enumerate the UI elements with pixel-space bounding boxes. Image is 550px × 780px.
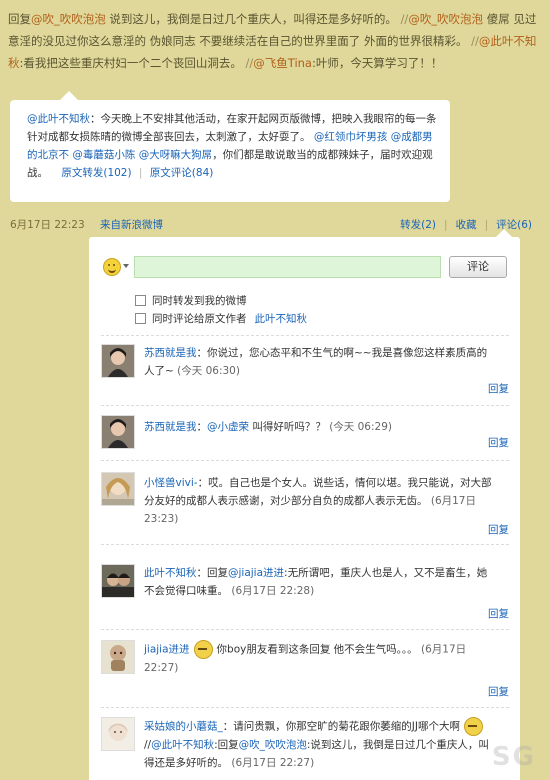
comment-item: 采姑娘的小蘑菇_：请问贵飘，你那空旷的菊花跟你萎缩的JJ哪个大啊 //@此叶不知… bbox=[101, 717, 511, 777]
quoted-author-link[interactable]: @此叶不知秋 bbox=[27, 113, 90, 125]
comment-item: 小怪兽vivi-：哎。自己也是个女人。说些话，情何以堪。我只能说，对大部分友好的… bbox=[101, 472, 511, 536]
quote-arrow bbox=[60, 91, 78, 100]
comment-body: 采姑娘的小蘑菇_：请问贵飘，你那空旷的菊花跟你萎缩的JJ哪个大啊 //@此叶不知… bbox=[144, 717, 494, 772]
repost-segment: :叶师，今天算学习了！！ bbox=[311, 56, 443, 70]
watermark: SG bbox=[491, 742, 536, 772]
forward-link[interactable]: 转发(2) bbox=[400, 219, 436, 231]
post-meta: 6月17日 22:23 来自新浪微博 bbox=[10, 217, 163, 232]
comment-body: 小怪兽vivi-：哎。自己也是个女人。说些话，情何以堪。我只能说，对大部分友好的… bbox=[144, 477, 492, 525]
original-repost-link[interactable]: 原文转发(102) bbox=[61, 167, 131, 179]
mention-link[interactable]: @jiajia进进 bbox=[228, 567, 284, 579]
reply-prefix: 回复 bbox=[207, 567, 228, 579]
comment-body: 此叶不知秋：回复@jiajia进进:无所谓吧，重庆人也是人，又不是畜生，她不会觉… bbox=[144, 567, 488, 597]
mention-link[interactable]: @红领巾坏男孩 bbox=[314, 131, 388, 143]
comment-author[interactable]: 苏西就是我 bbox=[144, 347, 197, 359]
comment-text: 你boy朋友看到这条回复 他不会生气吗。。。 bbox=[216, 643, 418, 656]
quoted-post-text: @此叶不知秋：今天晚上不安排其他活动，在家开起网页版微博，把映入我眼帘的每一条针… bbox=[27, 110, 437, 182]
comment-item: 苏西就是我：@小虚荣 叫得好听吗？？ (今天 06:29) 回复 bbox=[101, 415, 511, 455]
divider: | bbox=[484, 219, 489, 231]
divider bbox=[101, 544, 509, 545]
panel-arrow bbox=[496, 229, 512, 237]
divider bbox=[101, 707, 509, 708]
mention-link[interactable]: @此叶不知秋 bbox=[151, 739, 214, 751]
mention-link[interactable]: @吹_吹吹泡泡 bbox=[31, 12, 106, 26]
reply-link[interactable]: 回复 bbox=[488, 684, 509, 699]
comment-time: (6月17日 22:28) bbox=[231, 585, 315, 597]
original-comment-link[interactable]: 原文评论(84) bbox=[150, 167, 214, 179]
emoticon-picker-icon[interactable] bbox=[103, 258, 121, 276]
divider bbox=[101, 405, 509, 406]
comment-body: jiajia进进 你boy朋友看到这条回复 他不会生气吗。。。 (6月17日 22… bbox=[144, 640, 494, 677]
mention-link[interactable]: @飞鱼Tina bbox=[253, 56, 312, 70]
divider: | bbox=[138, 167, 143, 179]
checkbox[interactable] bbox=[135, 313, 146, 324]
favorite-link[interactable]: 收藏 bbox=[456, 219, 477, 231]
avatar[interactable] bbox=[101, 564, 135, 598]
emoticon-icon bbox=[463, 717, 483, 736]
avatar[interactable] bbox=[101, 640, 135, 674]
avatar[interactable] bbox=[101, 472, 135, 506]
checkbox[interactable] bbox=[135, 295, 146, 306]
divider bbox=[101, 335, 509, 336]
comment-text: 叫得好听吗？？ bbox=[252, 421, 326, 433]
comment-author[interactable]: 采姑娘的小蘑菇_ bbox=[144, 721, 223, 733]
reply-link[interactable]: 回复 bbox=[488, 606, 509, 621]
option-comment-author[interactable]: 同时评论给原文作者 此叶不知秋 bbox=[135, 311, 307, 326]
option-forward-label: 同时转发到我的微博 bbox=[152, 295, 247, 307]
reply-link[interactable]: 回复 bbox=[488, 381, 509, 396]
repost-segment: 说到这儿，我倒是日过几个重庆人，叫得还是多好听的。 bbox=[105, 12, 401, 26]
avatar[interactable] bbox=[101, 717, 135, 751]
repost-segment: 回复 bbox=[8, 12, 31, 26]
divider bbox=[101, 460, 509, 461]
post-source[interactable]: 来自新浪微博 bbox=[100, 219, 163, 231]
avatar[interactable] bbox=[101, 344, 135, 378]
avatar[interactable] bbox=[101, 415, 135, 449]
comment-body: 苏西就是我：你说过，您心态平和不生气的啊~~我是喜像您这样素质高的人了~ (今天… bbox=[144, 347, 488, 377]
comment-author[interactable]: jiajia进进 bbox=[144, 644, 190, 656]
comment-panel: 评论 同时转发到我的微博 同时评论给原文作者 此叶不知秋 苏西就是我：你说过，您… bbox=[89, 229, 520, 780]
mention-link[interactable]: @大呀嘛大狗屌 bbox=[139, 149, 213, 161]
chevron-down-icon[interactable] bbox=[123, 264, 129, 268]
mention-link[interactable]: @吹_吹吹泡泡 bbox=[408, 12, 483, 26]
comment-time: (今天 06:30) bbox=[177, 365, 240, 377]
mention-link[interactable]: @毒蘑菇小陈 bbox=[72, 149, 135, 161]
repost-segment: :看我把这些重庆村妇一个二个丧回山洞去。 bbox=[19, 56, 246, 70]
comment-time: (今天 06:29) bbox=[329, 421, 392, 433]
comment-input[interactable] bbox=[134, 256, 441, 278]
quoted-post: @此叶不知秋：今天晚上不安排其他活动，在家开起网页版微博，把映入我眼帘的每一条针… bbox=[10, 91, 450, 202]
option-comment-label: 同时评论给原文作者 bbox=[152, 313, 247, 325]
mention-link[interactable]: @吹_吹吹泡泡 bbox=[239, 739, 307, 751]
comment-author[interactable]: 此叶不知秋 bbox=[144, 567, 197, 579]
comment-item: 苏西就是我：你说过，您心态平和不生气的啊~~我是喜像您这样素质高的人了~ (今天… bbox=[101, 344, 511, 395]
submit-comment-button[interactable]: 评论 bbox=[449, 256, 507, 278]
option-forward[interactable]: 同时转发到我的微博 bbox=[135, 293, 247, 308]
post-date[interactable]: 6月17日 22:23 bbox=[10, 219, 85, 231]
comment-body: 苏西就是我：@小虚荣 叫得好听吗？？ (今天 06:29) bbox=[144, 421, 392, 433]
emoticon-icon bbox=[193, 640, 213, 659]
reply-link[interactable]: 回复 bbox=[488, 522, 509, 537]
comment-item: jiajia进进 你boy朋友看到这条回复 他不会生气吗。。。 (6月17日 22… bbox=[101, 640, 511, 699]
mention-link[interactable]: @小虚荣 bbox=[207, 421, 249, 433]
comment-time: (6月17日 22:27) bbox=[231, 757, 315, 769]
option-comment-user[interactable]: 此叶不知秋 bbox=[255, 311, 308, 326]
repost-separator: // bbox=[471, 34, 479, 48]
divider: | bbox=[444, 219, 448, 231]
repost-text: 回复@吹_吹吹泡泡 说到这儿，我倒是日过几个重庆人，叫得还是多好听的。 //@吹… bbox=[8, 8, 538, 74]
comment-item: 此叶不知秋：回复@jiajia进进:无所谓吧，重庆人也是人，又不是畜生，她不会觉… bbox=[101, 564, 511, 620]
reply-link[interactable]: 回复 bbox=[488, 435, 509, 450]
reply-prefix: :回复 bbox=[214, 739, 239, 751]
comment-author[interactable]: 苏西就是我 bbox=[144, 421, 197, 433]
post-actions: 转发(2) | 收藏 | 评论(6) bbox=[400, 217, 532, 232]
divider bbox=[101, 629, 509, 630]
comment-text: 请问贵飘，你那空旷的菊花跟你萎缩的JJ哪个大啊 bbox=[233, 720, 460, 733]
comment-author[interactable]: 小怪兽vivi- bbox=[144, 477, 198, 489]
